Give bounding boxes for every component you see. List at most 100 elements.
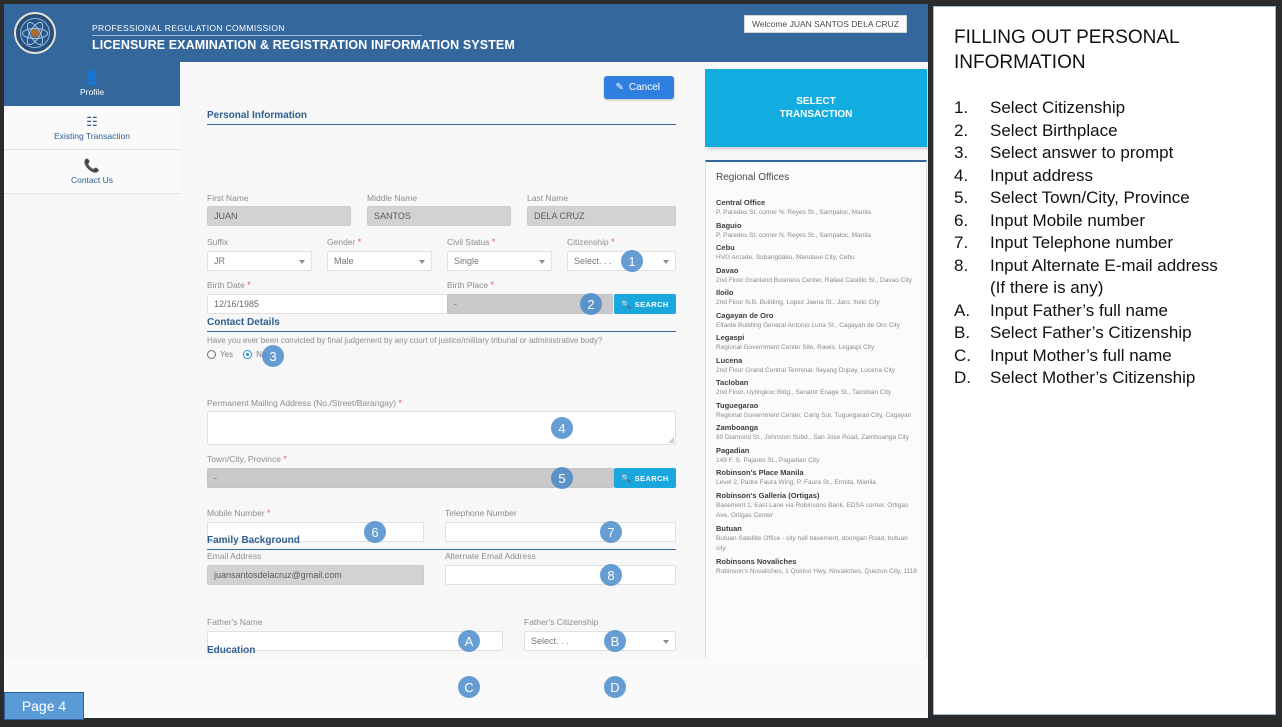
instruction-item: C. Input Mother’s full name (954, 345, 1275, 368)
sidebar-nav: 👤 Profile ☷ Existing Transaction 📞 Conta… (4, 62, 190, 194)
regional-office-address: Robinson's Novaliches, 1 Quirino Hwy, No… (716, 567, 917, 575)
instruction-key: C. (954, 345, 971, 365)
last-name-input[interactable]: DELA CRUZ (527, 206, 676, 226)
gender-label: Gender * (327, 237, 362, 247)
conviction-yes-label: Yes (220, 350, 234, 359)
suffix-select[interactable]: JR (207, 251, 312, 271)
sidebar-item-contact-us[interactable]: 📞 Contact Us (4, 150, 180, 194)
required-mark: * (247, 280, 251, 290)
select-transaction-line2: TRANSACTION (779, 109, 853, 120)
regional-office-name: Zamboanga (716, 423, 759, 432)
select-transaction-button[interactable]: SELECT TRANSACTION (705, 69, 927, 147)
instruction-item: 7. Input Telephone number (954, 232, 1275, 255)
instruction-text: Input Mother’s full name (990, 345, 1172, 365)
step-badge-8: 8 (600, 564, 622, 586)
regional-office-address: 2nd Floor, Uytingkoc Bldg., Senator Enag… (716, 389, 892, 396)
instructions-panel: FILLING OUT PERSONAL INFORMATION 1. Selec… (933, 6, 1276, 715)
birth-date-input[interactable]: 12/16/1985 (207, 294, 452, 314)
system-name: LICENSURE EXAMINATION & REGISTRATION INF… (92, 38, 515, 52)
instruction-key: A. (954, 300, 971, 320)
instruction-key: 3. (954, 143, 969, 162)
regional-office-address: Regional Government Center, Carig Sur, T… (716, 411, 912, 419)
regional-office-address: 2nd Floor Granland Business Center, Rafa… (716, 276, 912, 284)
regional-office-name: Lucena (716, 355, 743, 365)
step-badge-b: B (604, 630, 626, 652)
father-name-label: Father's Name (207, 617, 263, 627)
email-address-label: Email Address (207, 551, 262, 561)
regional-office-address: P. Paredes St. corner N. Reyes St., Samp… (716, 209, 871, 216)
mobile-number-label: Mobile Number * (207, 508, 271, 518)
regional-offices-title: Regional Offices (716, 172, 790, 183)
step-badge-6: 6 (364, 521, 386, 543)
sidebar-item-existing-transaction[interactable]: ☷ Existing Transaction (4, 106, 180, 150)
town-city-label: Town/City, Province * (207, 454, 287, 464)
sidebar-item-profile[interactable]: 👤 Profile (4, 62, 190, 106)
town-city-search-button[interactable]: 🔍 SEARCH (614, 468, 676, 488)
required-mark: * (267, 508, 271, 518)
middle-name-input[interactable]: SANTOS (367, 206, 511, 226)
conviction-yes-radio[interactable] (207, 350, 216, 359)
conviction-no-radio[interactable] (243, 350, 253, 359)
regional-office-name: Davao (716, 265, 739, 275)
instruction-item: 5. Select Town/City, Province (954, 187, 1275, 210)
agency-name: PROFESSIONAL REGULATION COMMISSION (92, 23, 285, 33)
gender-select[interactable]: Male (327, 251, 432, 271)
app-header: PROFESSIONAL REGULATION COMMISSION LICEN… (4, 4, 928, 62)
step-badge-a: A (458, 630, 480, 652)
instruction-key: 7. (954, 233, 969, 252)
instruction-item: 6. Input Mobile number (954, 210, 1275, 233)
required-mark: * (490, 280, 494, 290)
instruction-key (954, 277, 990, 300)
regional-offices-panel: Regional Offices Central Office P. Parede… (705, 160, 927, 670)
instruction-key: 4. (954, 165, 969, 185)
instructions-title: FILLING OUT PERSONAL INFORMATION (954, 27, 1179, 73)
form-column: ✎ Cancel Personal Information First Name… (180, 62, 700, 698)
instruction-text: (If there is any) (990, 278, 1104, 297)
required-mark: * (398, 398, 402, 408)
required-mark: * (283, 454, 287, 464)
email-address-input[interactable]: juansantosdelacruz@gmail.com (207, 565, 424, 585)
section-contact-details: Contact Details (207, 317, 676, 332)
regional-office-name: Pagadian (716, 445, 750, 455)
birth-place-label: Birth Place * (447, 280, 494, 290)
alternate-email-input[interactable] (445, 565, 676, 585)
instruction-item: B. Select Father’s Citizenship (954, 322, 1275, 345)
regional-office-address: 2nd Floor N.B. Building, Lopez Jaena St.… (716, 299, 880, 306)
instruction-key: B. (954, 323, 971, 342)
first-name-label: First Name (207, 193, 249, 203)
instructions-list: 1. Select Citizenship 2. Select Birthplace 3… (934, 97, 1275, 390)
header-titles: PROFESSIONAL REGULATION COMMISSION LICEN… (92, 23, 515, 53)
cancel-button-label: Cancel (628, 82, 660, 93)
edit-cancel-icon: ✎ (615, 82, 624, 93)
mailing-address-textarea[interactable] (207, 411, 676, 445)
civil-status-select[interactable]: Single (447, 251, 552, 271)
instruction-text: Select Father’s Citizenship (990, 323, 1192, 342)
select-transaction-line1: SELECT (796, 96, 836, 107)
instruction-text: Select Town/City, Province (990, 188, 1190, 207)
right-column: SELECT TRANSACTION Regional Offices Cent… (704, 62, 928, 670)
page-number-badge: Page 4 (4, 692, 84, 720)
instruction-text: Select Citizenship (990, 98, 1126, 117)
telephone-number-label: Telephone Number (445, 508, 517, 518)
father-citizenship-label: Father's Citizenship (524, 617, 599, 627)
suffix-label: Suffix (207, 237, 229, 247)
instruction-key: 8. (954, 255, 969, 275)
search-button-label: SEARCH (634, 473, 669, 483)
instruction-item: 3. Select answer to prompt (954, 142, 1275, 165)
first-name-input[interactable]: JUAN (207, 206, 351, 226)
welcome-user-label[interactable]: Welcome JUAN SANTOS DELA CRUZ (743, 15, 907, 33)
instruction-item: A. Input Father’s full name (954, 300, 1275, 323)
app-body: 👤 Profile ☷ Existing Transaction 📞 Conta… (4, 62, 928, 698)
cancel-button[interactable]: ✎ Cancel (604, 76, 674, 99)
instruction-text: Select Birthplace (990, 120, 1118, 140)
search-button-label: SEARCH (634, 299, 669, 309)
regional-office-address: Elfante Building General Antonio Luna St… (716, 321, 900, 329)
regional-office-name: Robinson's Place Manila (716, 468, 804, 477)
birth-place-search-button[interactable]: 🔍 SEARCH (614, 294, 676, 314)
magnifier-icon: 🔍 (621, 473, 632, 483)
instruction-text: Input Alternate E-mail address (990, 255, 1218, 275)
regional-office-name: Cebu (716, 243, 735, 252)
sidebar-item-label: Existing Transaction (53, 131, 131, 141)
instruction-key: 5. (954, 188, 969, 207)
required-mark: * (610, 237, 615, 247)
